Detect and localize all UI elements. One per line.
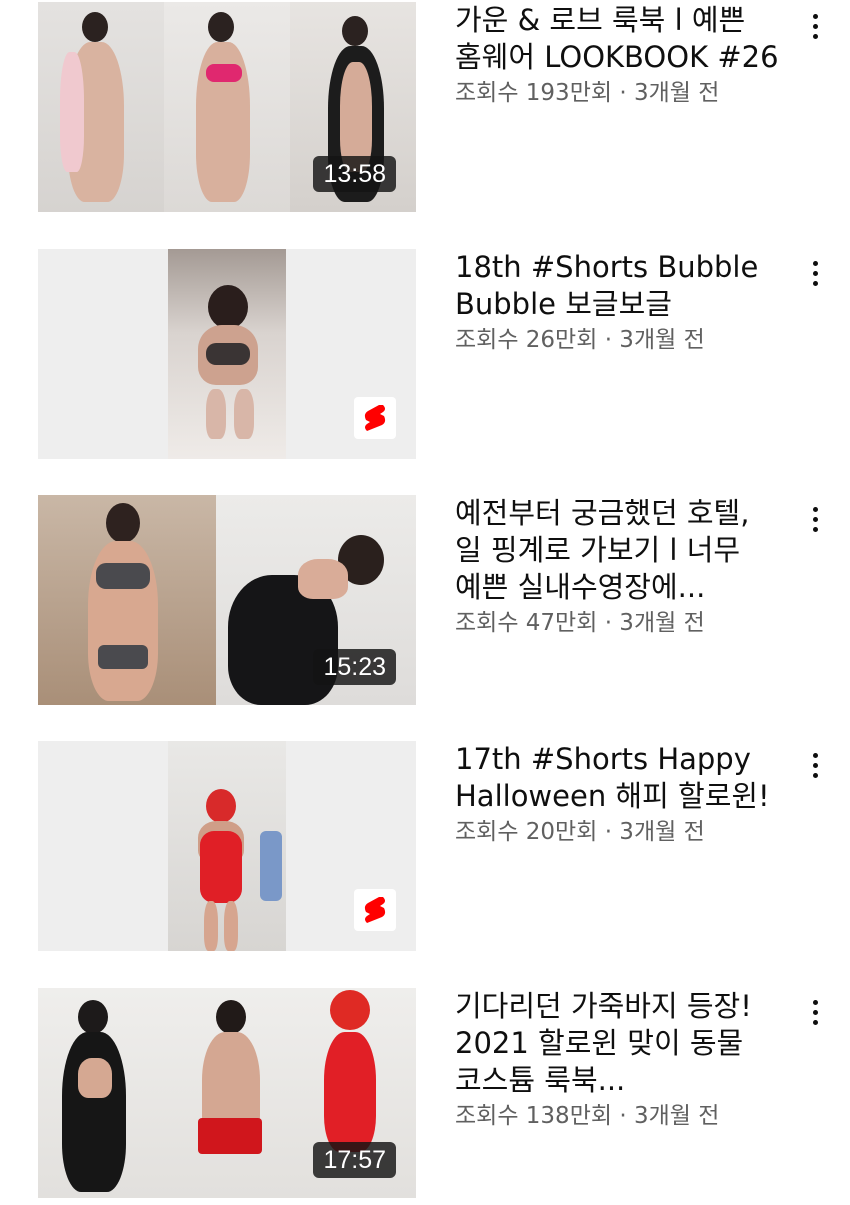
video-info: 기다리던 가죽바지 등장! 2021 할로윈 맞이 동물 코스튬 룩북... 조… [455,988,785,1133]
video-meta: 조회수 47만회 · 3개월 전 [455,610,705,636]
video-title[interactable]: 기다리던 가죽바지 등장! 2021 할로윈 맞이 동물 코스튬 룩북... [455,988,785,1099]
video-title[interactable]: 가운 & 로브 룩북 l 예쁜 홈웨어 LOOKBOOK #26 [455,2,785,76]
video-meta: 조회수 20만회 · 3개월 전 [455,819,705,845]
video-item[interactable]: 15:23 예전부터 궁금했던 호텔, 일 핑계로 가보기 l 너무 예쁜 실내… [0,495,850,707]
video-meta: 조회수 26만회 · 3개월 전 [455,327,705,353]
video-info: 17th #Shorts Happy Halloween 해피 할로윈! 조회수… [455,741,785,849]
video-item[interactable]: 17th #Shorts Happy Halloween 해피 할로윈! 조회수… [0,741,850,953]
video-duration: 15:23 [313,649,396,685]
video-thumbnail[interactable]: 13:58 [38,2,416,212]
more-vertical-icon[interactable] [800,497,830,541]
shorts-logo-icon [354,889,396,931]
video-thumbnail[interactable] [38,741,416,951]
video-item[interactable]: 18th #Shorts Bubble Bubble 보글보글 조회수 26만회… [0,249,850,461]
video-thumbnail[interactable]: 17:57 [38,988,416,1198]
video-duration: 13:58 [313,156,396,192]
video-title[interactable]: 17th #Shorts Happy Halloween 해피 할로윈! [455,741,785,815]
video-info: 예전부터 궁금했던 호텔, 일 핑계로 가보기 l 너무 예쁜 실내수영장에..… [455,495,785,640]
video-meta: 조회수 193만회 · 3개월 전 [455,80,720,106]
more-vertical-icon[interactable] [800,743,830,787]
video-item[interactable]: 13:58 가운 & 로브 룩북 l 예쁜 홈웨어 LOOKBOOK #26 조… [0,2,850,214]
video-info: 18th #Shorts Bubble Bubble 보글보글 조회수 26만회… [455,249,785,357]
video-thumbnail[interactable]: 15:23 [38,495,416,705]
video-meta: 조회수 138만회 · 3개월 전 [455,1103,720,1129]
video-title[interactable]: 18th #Shorts Bubble Bubble 보글보글 [455,249,785,323]
video-thumbnail[interactable] [38,249,416,459]
shorts-logo-icon [354,397,396,439]
video-info: 가운 & 로브 룩북 l 예쁜 홈웨어 LOOKBOOK #26 조회수 193… [455,2,785,110]
video-duration: 17:57 [313,1142,396,1178]
more-vertical-icon[interactable] [800,990,830,1034]
video-item[interactable]: 17:57 기다리던 가죽바지 등장! 2021 할로윈 맞이 동물 코스튬 룩… [0,988,850,1200]
more-vertical-icon[interactable] [800,4,830,48]
video-title[interactable]: 예전부터 궁금했던 호텔, 일 핑계로 가보기 l 너무 예쁜 실내수영장에..… [455,495,785,606]
more-vertical-icon[interactable] [800,251,830,295]
